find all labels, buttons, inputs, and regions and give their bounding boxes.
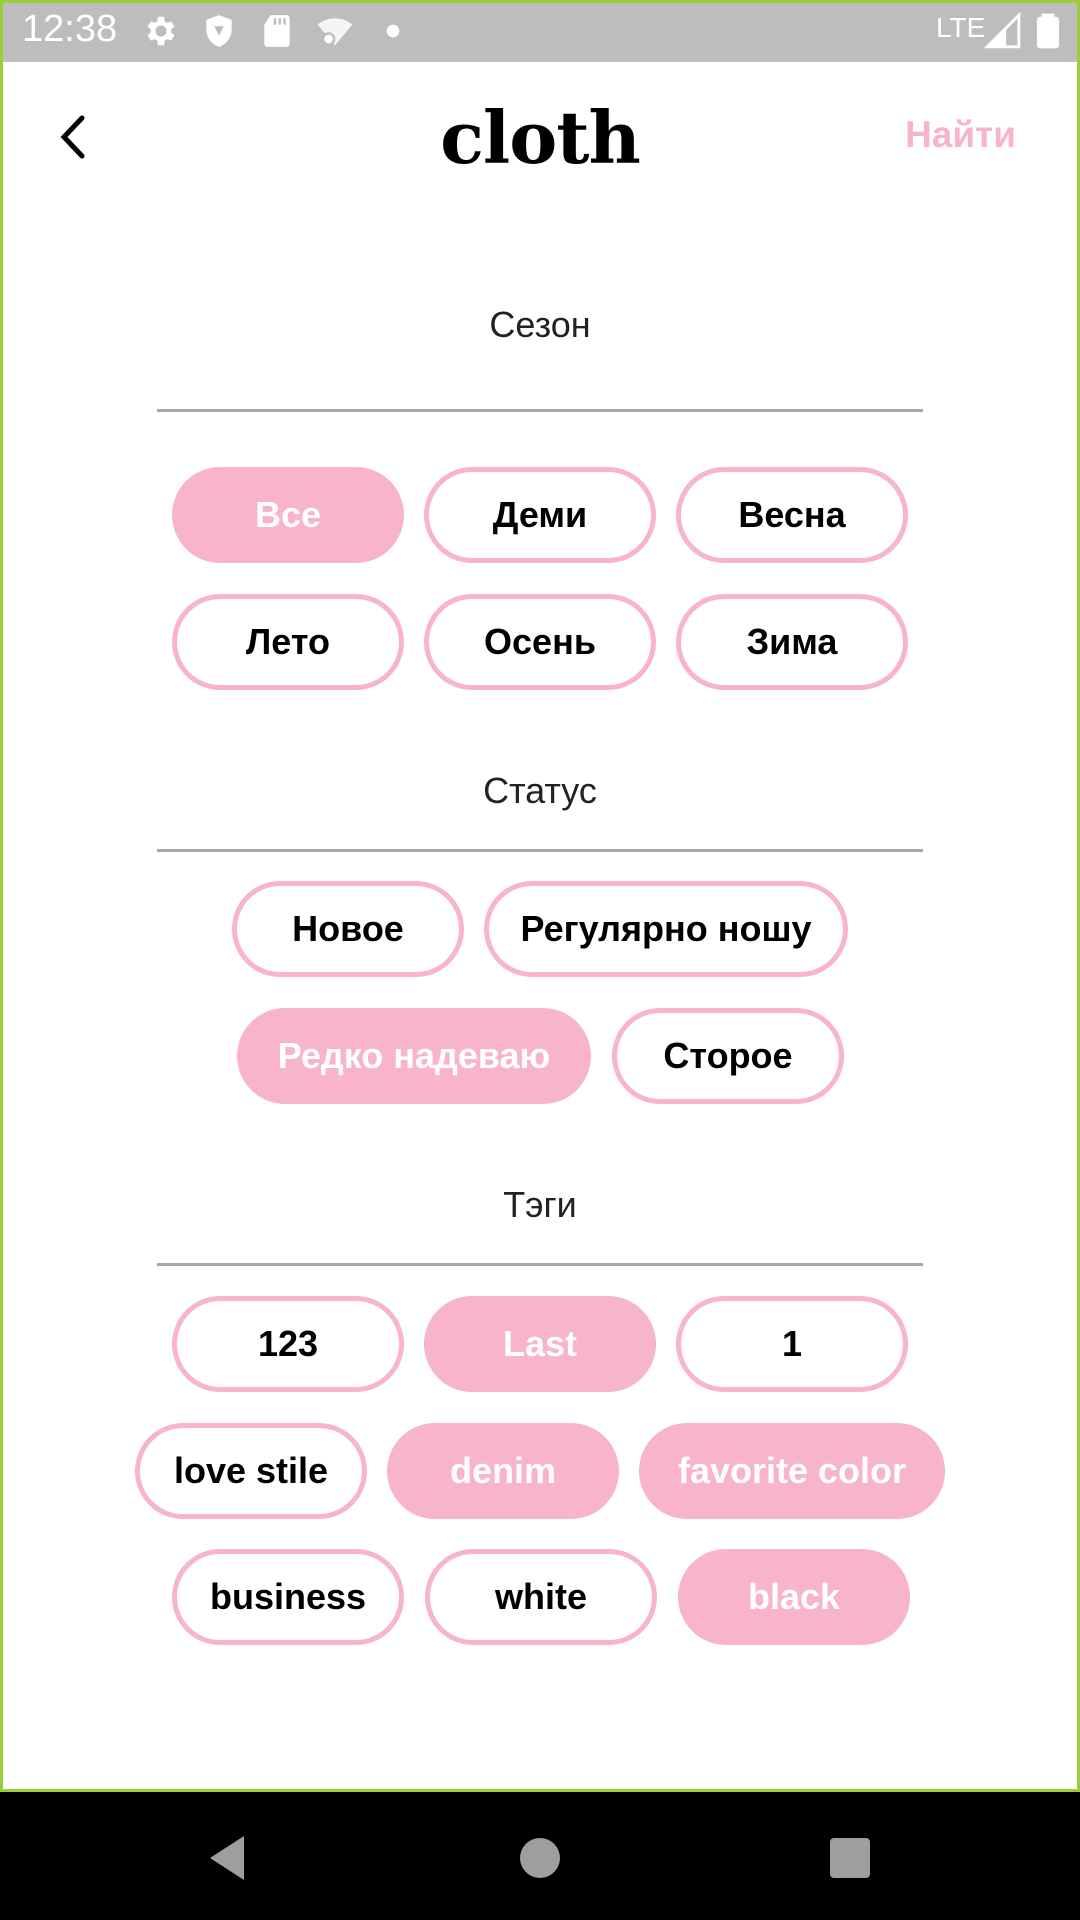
chip-season[interactable]: Лето — [172, 594, 404, 690]
wifi-settings-icon — [317, 18, 353, 46]
chip-season[interactable]: Осень — [424, 594, 656, 690]
recents-square-icon[interactable] — [824, 1832, 876, 1884]
chip-status[interactable]: Новое — [232, 881, 464, 977]
chip-tag[interactable]: business — [172, 1549, 404, 1645]
chip-status[interactable]: Сторое — [612, 1008, 844, 1104]
home-circle-icon[interactable] — [514, 1832, 566, 1884]
network-type: LTE — [936, 12, 986, 43]
status-time: 12:38 — [22, 8, 118, 50]
chip-season[interactable]: Все — [172, 467, 404, 563]
chip-status[interactable]: Редко надеваю — [237, 1008, 591, 1104]
chip-tag[interactable]: Last — [424, 1296, 656, 1392]
chip-status[interactable]: Регулярно ношу — [484, 881, 848, 977]
chip-season[interactable]: Весна — [676, 467, 908, 563]
signal-icon — [984, 12, 1021, 49]
section-title-tags: Тэги — [503, 1184, 577, 1225]
chip-tag[interactable]: 1 — [676, 1296, 908, 1392]
find-button[interactable]: Найти — [905, 114, 1016, 156]
chip-tag[interactable]: love stile — [135, 1423, 367, 1519]
chip-tag[interactable]: 123 — [172, 1296, 404, 1392]
navigation-bar — [0, 1792, 1080, 1920]
sd-card-icon — [264, 15, 290, 47]
chip-tag[interactable]: denim — [387, 1423, 619, 1519]
status-bar: 12:38 LTE — [0, 0, 1080, 62]
back-triangle-icon[interactable] — [204, 1832, 256, 1884]
gear-icon — [147, 16, 175, 46]
section-title-status: Статус — [483, 770, 597, 811]
divider — [157, 409, 923, 412]
divider — [157, 849, 923, 852]
chip-tag[interactable]: white — [425, 1549, 657, 1645]
divider — [157, 1263, 923, 1266]
shield-icon — [206, 15, 232, 47]
chip-tag[interactable]: favorite color — [639, 1423, 945, 1519]
chip-tag[interactable]: black — [678, 1549, 910, 1645]
chip-season[interactable]: Деми — [424, 467, 656, 563]
section-title-season: Сезон — [489, 304, 591, 345]
chip-season[interactable]: Зима — [676, 594, 908, 690]
dot-icon — [386, 24, 400, 38]
battery-icon — [1036, 13, 1060, 49]
